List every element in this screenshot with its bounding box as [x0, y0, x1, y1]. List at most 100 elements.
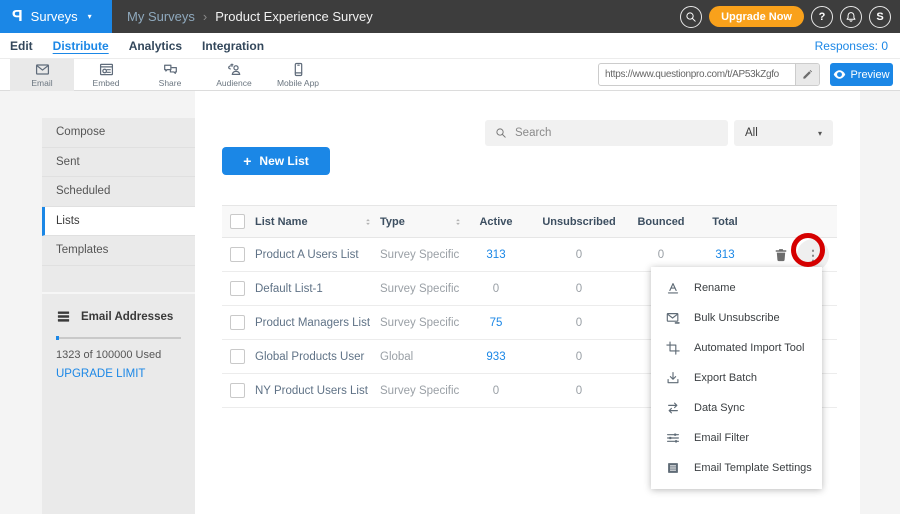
eye-icon: [833, 68, 846, 81]
survey-url-field[interactable]: https://www.questionpro.com/t/AP53kZgfo: [598, 63, 820, 86]
column-header-unsubscribed: Unsubscribed: [545, 206, 613, 237]
preview-button[interactable]: Preview: [830, 63, 893, 86]
lists-table-header: List Name Type Active Unsubscribed Bounc…: [222, 205, 837, 238]
column-header-total: Total: [702, 206, 748, 237]
menu-item-label: Bulk Unsubscribe: [694, 312, 780, 324]
row-checkbox[interactable]: [230, 281, 245, 296]
list-name-link[interactable]: Global Products User: [255, 340, 364, 373]
list-type: Survey Specific: [380, 238, 459, 271]
help-icon[interactable]: ?: [811, 6, 833, 28]
sidebar-item-scheduled[interactable]: Scheduled: [42, 177, 195, 207]
toolbar-tab-label: Share: [159, 78, 182, 88]
column-header-active: Active: [475, 206, 517, 237]
toolbar-tab-mobile-app[interactable]: Mobile App: [266, 59, 330, 91]
plus-icon: +: [243, 153, 251, 169]
active-count: 313: [475, 238, 517, 271]
sort-icon[interactable]: [453, 206, 463, 237]
row-checkbox-cell: [230, 272, 245, 305]
row-checkbox[interactable]: [230, 349, 245, 364]
toolbar-tab-email[interactable]: Email: [10, 59, 74, 91]
email-addresses-icon: [56, 309, 71, 324]
menu-item-export-batch[interactable]: Export Batch: [651, 363, 822, 393]
survey-url-text: https://www.questionpro.com/t/AP53kZgfo: [599, 64, 795, 85]
row-checkbox[interactable]: [230, 383, 245, 398]
list-type: Survey Specific: [380, 306, 459, 339]
export-batch-icon: [666, 371, 680, 385]
list-type: Global: [380, 340, 413, 373]
nav-tab-integration[interactable]: Integration: [202, 39, 264, 53]
sidebar-item-sent[interactable]: Sent: [42, 148, 195, 178]
list-name-link[interactable]: Product Managers List: [255, 306, 370, 339]
bulk-unsubscribe-icon: [666, 311, 680, 325]
list-search-input[interactable]: [515, 127, 718, 139]
sort-icon[interactable]: [363, 206, 373, 237]
new-list-button-label: New List: [259, 154, 308, 168]
select-all-checkbox[interactable]: [230, 214, 245, 229]
rename-icon: [666, 281, 680, 295]
sidebar-item-compose[interactable]: Compose: [42, 118, 195, 148]
menu-item-automated-import-tool[interactable]: Automated Import Tool: [651, 333, 822, 363]
menu-item-label: Rename: [694, 282, 736, 294]
active-count: 75: [475, 306, 517, 339]
list-name-link[interactable]: NY Product Users List: [255, 374, 368, 407]
search-icon: [685, 11, 697, 23]
responses-count[interactable]: Responses: 0: [815, 39, 888, 53]
row-checkbox[interactable]: [230, 315, 245, 330]
menu-item-label: Email Filter: [694, 432, 749, 444]
email-addresses-panel: Email Addresses 1323 of 100000 Used UPGR…: [42, 292, 195, 380]
column-header-bounced: Bounced: [640, 206, 682, 237]
questionpro-logo-icon: P: [12, 8, 23, 26]
nav-tab-distribute[interactable]: Distribute: [53, 39, 109, 53]
upgrade-limit-link[interactable]: UPGRADE LIMIT: [56, 368, 181, 380]
search-icon: [495, 127, 507, 139]
nav-tab-analytics[interactable]: Analytics: [129, 39, 182, 53]
list-type: Survey Specific: [380, 272, 459, 305]
automated-import-icon: [666, 341, 680, 355]
toolbar-tab-share[interactable]: Share: [138, 59, 202, 91]
menu-item-email-filter[interactable]: Email Filter: [651, 423, 822, 453]
breadcrumb-parent[interactable]: My Surveys: [127, 9, 195, 24]
list-filter-value: All: [745, 127, 758, 139]
breadcrumb-separator-icon: ›: [203, 9, 207, 24]
toolbar-tab-label: Email: [31, 78, 52, 88]
menu-item-rename[interactable]: Rename: [651, 273, 822, 303]
row-checkbox-cell: [230, 306, 245, 339]
toolbar-tab-embed[interactable]: Embed: [74, 59, 138, 91]
preview-button-label: Preview: [850, 69, 889, 81]
sidebar-item-templates[interactable]: Templates: [42, 236, 195, 266]
audience-icon: [227, 62, 242, 77]
column-header-type[interactable]: Type: [380, 206, 405, 237]
email-addresses-title: Email Addresses: [81, 311, 173, 323]
notifications-bell-icon[interactable]: [840, 6, 862, 28]
row-checkbox[interactable]: [230, 247, 245, 262]
data-sync-icon: [666, 401, 680, 415]
list-name-link[interactable]: Product A Users List: [255, 238, 359, 271]
toolbar-tab-label: Mobile App: [277, 78, 319, 88]
list-actions-context-menu: Rename Bulk Unsubscribe Automated Import T…: [651, 267, 822, 489]
menu-item-label: Email Template Settings: [694, 462, 812, 474]
menu-item-bulk-unsubscribe[interactable]: Bulk Unsubscribe: [651, 303, 822, 333]
caret-down-icon: ▾: [88, 12, 92, 21]
active-count: 0: [475, 374, 517, 407]
email-icon: [35, 62, 50, 77]
toolbar-tab-audience[interactable]: Audience: [202, 59, 266, 91]
unsubscribed-count: 0: [545, 340, 613, 373]
upgrade-now-button[interactable]: Upgrade Now: [709, 6, 804, 27]
avatar[interactable]: S: [869, 6, 891, 28]
new-list-button[interactable]: + New List: [222, 147, 330, 175]
questionpro-email-lists-screen: P Surveys ▾ My Surveys › Product Experie…: [0, 0, 900, 514]
search-icon[interactable]: [680, 6, 702, 28]
page-title: Product Experience Survey: [215, 9, 373, 24]
sidebar-item-lists[interactable]: Lists: [42, 207, 195, 237]
list-name-link[interactable]: Default List-1: [255, 272, 323, 305]
menu-item-email-template-settings[interactable]: Email Template Settings: [651, 453, 822, 483]
email-usage-text: 1323 of 100000 Used: [56, 349, 181, 361]
nav-tab-edit[interactable]: Edit: [10, 39, 33, 53]
product-switcher[interactable]: P Surveys ▾: [0, 0, 112, 33]
email-template-settings-icon: [666, 461, 680, 475]
menu-item-data-sync[interactable]: Data Sync: [651, 393, 822, 423]
edit-url-pencil-icon[interactable]: [795, 64, 819, 85]
column-header-list-name[interactable]: List Name: [255, 206, 308, 237]
list-filter-dropdown[interactable]: All ▾: [734, 120, 833, 146]
share-icon: [163, 62, 178, 77]
